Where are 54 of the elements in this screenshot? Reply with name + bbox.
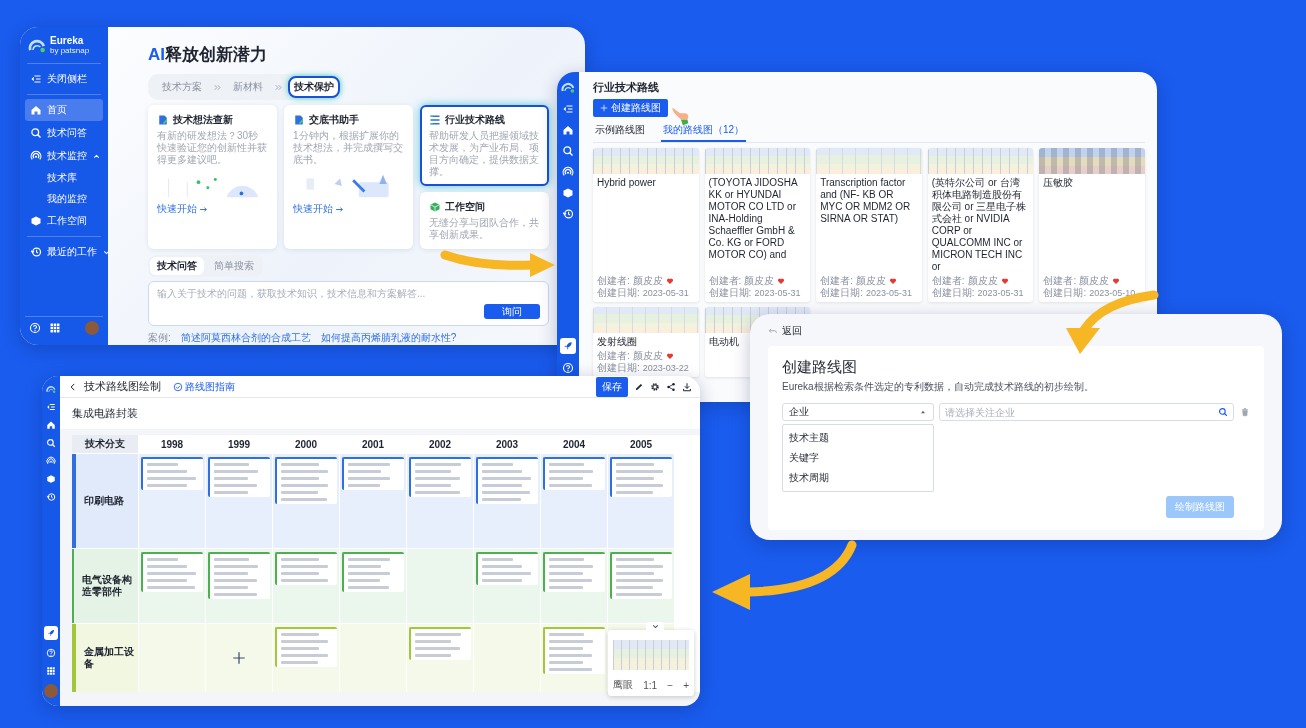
creator-label: 创建者: [597, 274, 630, 287]
brand-name: Eureka [50, 35, 85, 46]
editor-title: 技术路线图绘制 [84, 379, 161, 394]
card-title: 交底书助手 [309, 113, 359, 127]
created-date: 2023-05-31 [865, 288, 912, 298]
card-title: 发射线圈 [596, 335, 638, 348]
date-label: 创建日期: [708, 286, 752, 300]
examples-label: 案例: [148, 331, 171, 345]
form-description: Eureka根据检索条件选定的专利数据，自动完成技术路线的初步绘制。 [782, 380, 1095, 394]
creator-name: 颜皮皮 [855, 274, 886, 287]
date-label: 创建日期: [931, 286, 975, 300]
roadmap-title: 集成电路封装 [60, 398, 700, 429]
brand-tagline: by patsnap [50, 46, 90, 55]
headline-accent: AI [148, 45, 165, 64]
page-title: 行业技术路线 [593, 80, 660, 95]
card-title: 行业技术路线 [445, 113, 505, 127]
created-date: 2023-03-22 [642, 363, 689, 373]
card-title: 工作空间 [445, 200, 485, 214]
creator-label: 创建者: [820, 274, 853, 287]
branch-name: 金属加工设备 [83, 646, 135, 670]
card-title: 电动机 [707, 335, 740, 348]
creator-name: 颜皮皮 [744, 274, 775, 287]
card-title: (英特尔公司 or 台湾积体电路制造股份有限公司 or 三星电子株式会社 or NVIDIA CORP or QUALCOMM INC or MICRON TECH INC or [930, 176, 1028, 273]
created-date: 2023-05-31 [754, 288, 801, 298]
branch-name: 印刷电路 [84, 495, 124, 507]
creator-label: 创建者: [708, 274, 742, 287]
creator-label: 创建者: [1043, 274, 1077, 287]
created-date: 2023-05-10 [1089, 288, 1136, 298]
column-header: 技术分支 [72, 435, 138, 453]
branch-name: 电气设备构造零部件 [82, 574, 134, 598]
headline: 释放创新潜力 [165, 45, 267, 64]
minimap-label: 鹰眼 [613, 678, 633, 692]
creator-label: 创建者: [931, 274, 965, 287]
card-title: 技术想法查新 [173, 113, 233, 127]
card-description: 无缝分享与团队合作，共享创新成果。 [429, 217, 540, 241]
creator-name: 颜皮皮 [967, 274, 998, 287]
creator-name: 颜皮皮 [632, 349, 663, 362]
date-label: 创建日期: [1043, 286, 1087, 300]
card-description: 有新的研发想法？30秒快速验证您的创新性并获得更多建议吧。 [157, 130, 268, 166]
card-title: Hybrid power [596, 176, 657, 189]
card-description: 帮助研发人员把握领域技术发展，为产业布局、项目方向确定，提供数据支撑。 [429, 130, 540, 178]
form-title: 创建路线图 [782, 358, 858, 377]
date-label: 创建日期: [820, 286, 863, 300]
card-title: (TOYOTA JIDOSHA KK or HYUNDAI MOTOR CO LTD or INA-Holding Schaeffler GmbH & Co. KG or FORD MOTOR CO) and [707, 176, 799, 261]
date-label: 创建日期: [597, 361, 640, 375]
date-label: 创建日期: [597, 286, 640, 300]
creator-label: 创建者: [597, 349, 630, 362]
card-title: Transcription factor and (NF- KB OR MYC OR MDM2 OR SIRNA OR STAT) [819, 176, 912, 225]
creator-name: 颜皮皮 [632, 274, 663, 287]
card-title: 压敏胶 [1042, 176, 1075, 189]
creator-name: 颜皮皮 [1079, 274, 1110, 287]
created-date: 2023-05-31 [642, 288, 689, 298]
card-description: 1分钟内，根据扩展你的技术想法，并完成撰写交底书。 [293, 130, 404, 166]
created-date: 2023-05-31 [977, 288, 1024, 298]
